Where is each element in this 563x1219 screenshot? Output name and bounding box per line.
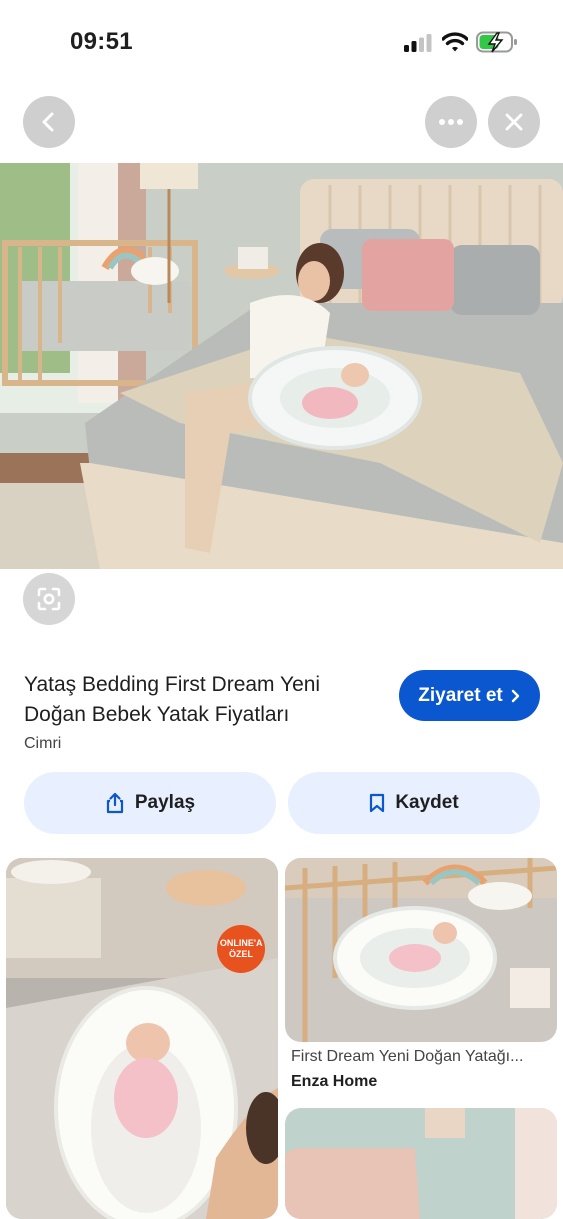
chevron-left-icon bbox=[42, 112, 54, 132]
related-image-1[interactable] bbox=[6, 858, 278, 1219]
share-button[interactable]: Paylaş bbox=[24, 772, 276, 834]
visit-label: Ziyaret et bbox=[418, 684, 503, 706]
more-horizontal-icon bbox=[439, 119, 463, 125]
share-label: Paylaş bbox=[134, 792, 196, 813]
back-button[interactable] bbox=[23, 96, 75, 148]
visit-button[interactable]: Ziyaret et bbox=[399, 670, 540, 721]
related-caption[interactable]: First Dream Yeni Doğan Yatağı... bbox=[291, 1048, 557, 1066]
cellular-signal-icon bbox=[404, 34, 432, 52]
save-button[interactable]: Kaydet bbox=[288, 772, 540, 834]
bookmark-icon bbox=[370, 793, 385, 813]
related-image-3[interactable] bbox=[285, 1108, 557, 1219]
status-time: 09:51 bbox=[70, 28, 133, 55]
share-icon bbox=[106, 792, 123, 814]
wifi-icon bbox=[442, 32, 468, 52]
chevron-right-icon bbox=[511, 689, 519, 702]
related-source: Enza Home bbox=[291, 1073, 378, 1090]
lens-icon bbox=[37, 587, 61, 611]
close-icon bbox=[505, 113, 523, 131]
related-image-2[interactable] bbox=[285, 858, 557, 1042]
main-product-image[interactable] bbox=[0, 163, 563, 569]
battery-charging-icon bbox=[476, 31, 517, 53]
save-label: Kaydet bbox=[395, 792, 459, 813]
close-button[interactable] bbox=[488, 96, 540, 148]
online-exclusive-badge: ONLINE'A ÖZEL bbox=[217, 925, 265, 973]
result-title[interactable]: Yataş Bedding First Dream Yeni Doğan Beb… bbox=[24, 670, 384, 730]
result-source: Cimri bbox=[24, 735, 62, 752]
lens-button[interactable] bbox=[23, 573, 75, 625]
more-options-button[interactable] bbox=[425, 96, 477, 148]
